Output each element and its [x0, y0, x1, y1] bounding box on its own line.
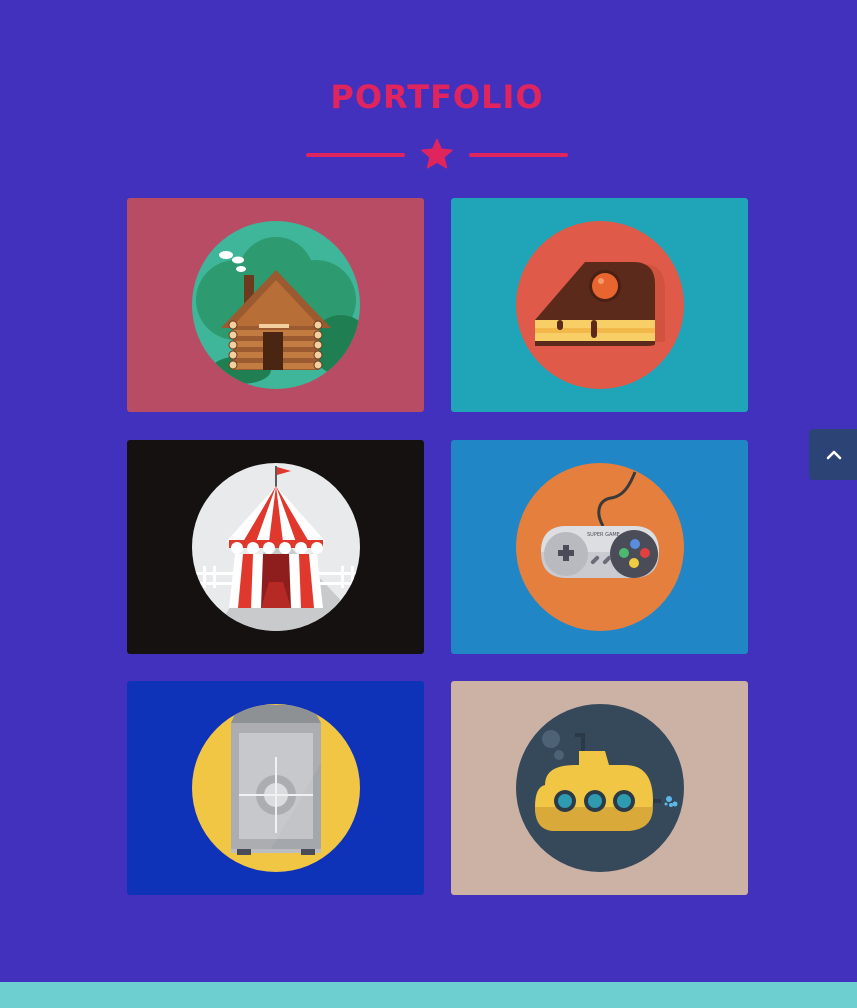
title-divider — [306, 138, 568, 172]
cake-slice-icon — [515, 221, 684, 389]
portfolio-item-cake-slice[interactable] — [451, 198, 748, 412]
circus-tent-icon — [191, 463, 360, 631]
footer-strip — [0, 982, 857, 1008]
game-controller-icon: SUPER GAME — [515, 463, 684, 631]
divider-line-right — [469, 153, 568, 157]
divider-line-left — [306, 153, 405, 157]
svg-text:SUPER GAME: SUPER GAME — [587, 532, 620, 538]
safe-icon — [191, 704, 360, 872]
portfolio-item-submarine[interactable] — [451, 681, 748, 895]
back-to-top-button[interactable] — [809, 429, 857, 480]
portfolio-item-circus-tent[interactable] — [127, 440, 424, 654]
section-title: PORTFOLIO — [330, 78, 544, 116]
log-cabin-icon — [191, 221, 360, 389]
chevron-up-icon — [826, 450, 842, 460]
submarine-icon — [515, 704, 684, 872]
portfolio-item-game-controller[interactable]: SUPER GAME — [451, 440, 748, 654]
portfolio-item-safe[interactable] — [127, 681, 424, 895]
portfolio-item-log-cabin[interactable] — [127, 198, 424, 412]
star-icon — [421, 138, 453, 169]
